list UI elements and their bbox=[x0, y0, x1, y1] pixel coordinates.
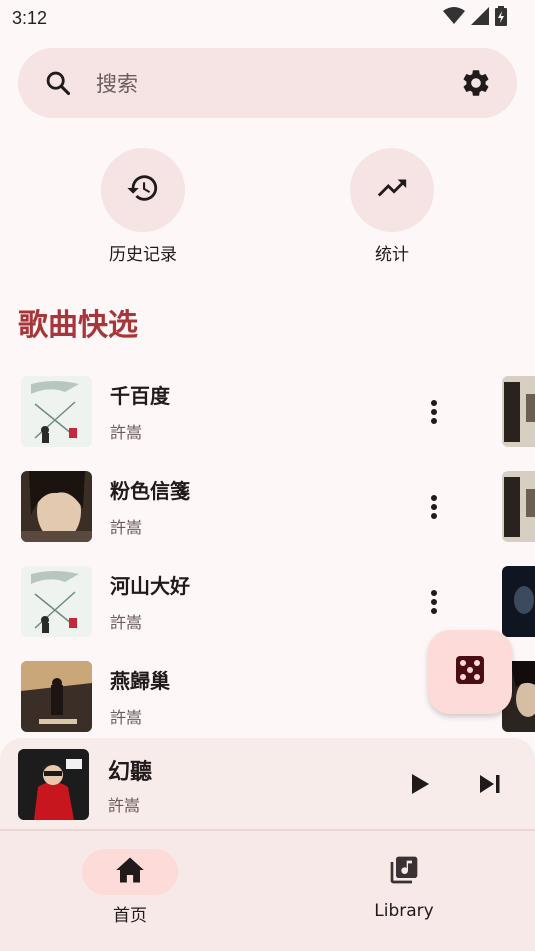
nav-library-indicator[interactable] bbox=[356, 849, 452, 895]
more-vert-icon[interactable] bbox=[420, 392, 448, 432]
album-cover bbox=[21, 661, 92, 732]
nav-home-indicator[interactable] bbox=[82, 849, 178, 895]
next-column-cover[interactable] bbox=[502, 376, 535, 447]
now-playing-artist: 許嵩 bbox=[108, 796, 141, 815]
song-title: 粉色信箋 bbox=[110, 479, 190, 503]
wifi-icon bbox=[443, 7, 465, 29]
now-playing-title: 幻聽 bbox=[108, 760, 153, 785]
song-row[interactable]: 河山大好 許嵩 bbox=[0, 562, 470, 642]
bottom-nav: 首页 Library bbox=[0, 831, 535, 951]
song-artist: 許嵩 bbox=[110, 423, 143, 442]
now-playing-cover bbox=[18, 749, 89, 820]
shuffle-dice-button[interactable] bbox=[428, 630, 512, 714]
history-icon bbox=[126, 171, 160, 209]
battery-icon bbox=[495, 6, 507, 30]
signal-icon bbox=[471, 7, 489, 29]
nav-home[interactable]: 首页 bbox=[55, 849, 205, 929]
trending-up-icon bbox=[375, 171, 409, 209]
song-artist: 許嵩 bbox=[110, 708, 143, 727]
song-artist: 許嵩 bbox=[110, 613, 143, 632]
song-artist: 許嵩 bbox=[110, 518, 143, 537]
history-button-circle[interactable] bbox=[101, 148, 185, 232]
stats-label: 统计 bbox=[375, 245, 409, 265]
play-button[interactable] bbox=[404, 768, 436, 800]
mini-player[interactable]: 幻聽 許嵩 bbox=[0, 738, 535, 830]
song-row[interactable]: 燕歸巢 許嵩 bbox=[0, 657, 470, 737]
song-row[interactable]: 千百度 許嵩 bbox=[0, 372, 470, 452]
library-music-icon bbox=[388, 854, 420, 890]
search-icon[interactable] bbox=[42, 67, 74, 99]
section-title: 歌曲快选 bbox=[18, 308, 138, 343]
album-cover bbox=[21, 376, 92, 447]
more-vert-icon[interactable] bbox=[420, 582, 448, 622]
nav-library[interactable]: Library bbox=[329, 849, 479, 929]
song-title: 千百度 bbox=[110, 384, 170, 408]
skip-next-button[interactable] bbox=[474, 768, 506, 800]
stats-button-circle[interactable] bbox=[350, 148, 434, 232]
song-row[interactable]: 粉色信箋 許嵩 bbox=[0, 467, 470, 547]
dice-icon bbox=[455, 655, 485, 689]
stats-button[interactable]: 统计 bbox=[322, 148, 462, 268]
next-column-cover[interactable] bbox=[502, 471, 535, 542]
search-bar[interactable]: 搜索 bbox=[18, 48, 517, 118]
gear-icon[interactable] bbox=[459, 66, 493, 100]
history-button[interactable]: 历史记录 bbox=[73, 148, 213, 268]
history-label: 历史记录 bbox=[109, 245, 177, 265]
search-input[interactable]: 搜索 bbox=[96, 68, 459, 98]
status-bar: 3:12 bbox=[0, 0, 535, 36]
nav-library-label: Library bbox=[374, 901, 434, 921]
nav-home-label: 首页 bbox=[113, 906, 147, 926]
more-vert-icon[interactable] bbox=[420, 487, 448, 527]
album-cover bbox=[21, 566, 92, 637]
song-title: 燕歸巢 bbox=[110, 669, 170, 693]
album-cover bbox=[21, 471, 92, 542]
song-title: 河山大好 bbox=[110, 574, 190, 598]
next-column-cover[interactable] bbox=[502, 566, 535, 637]
home-icon bbox=[115, 856, 145, 888]
status-time: 3:12 bbox=[12, 7, 48, 28]
status-icons bbox=[443, 6, 507, 30]
